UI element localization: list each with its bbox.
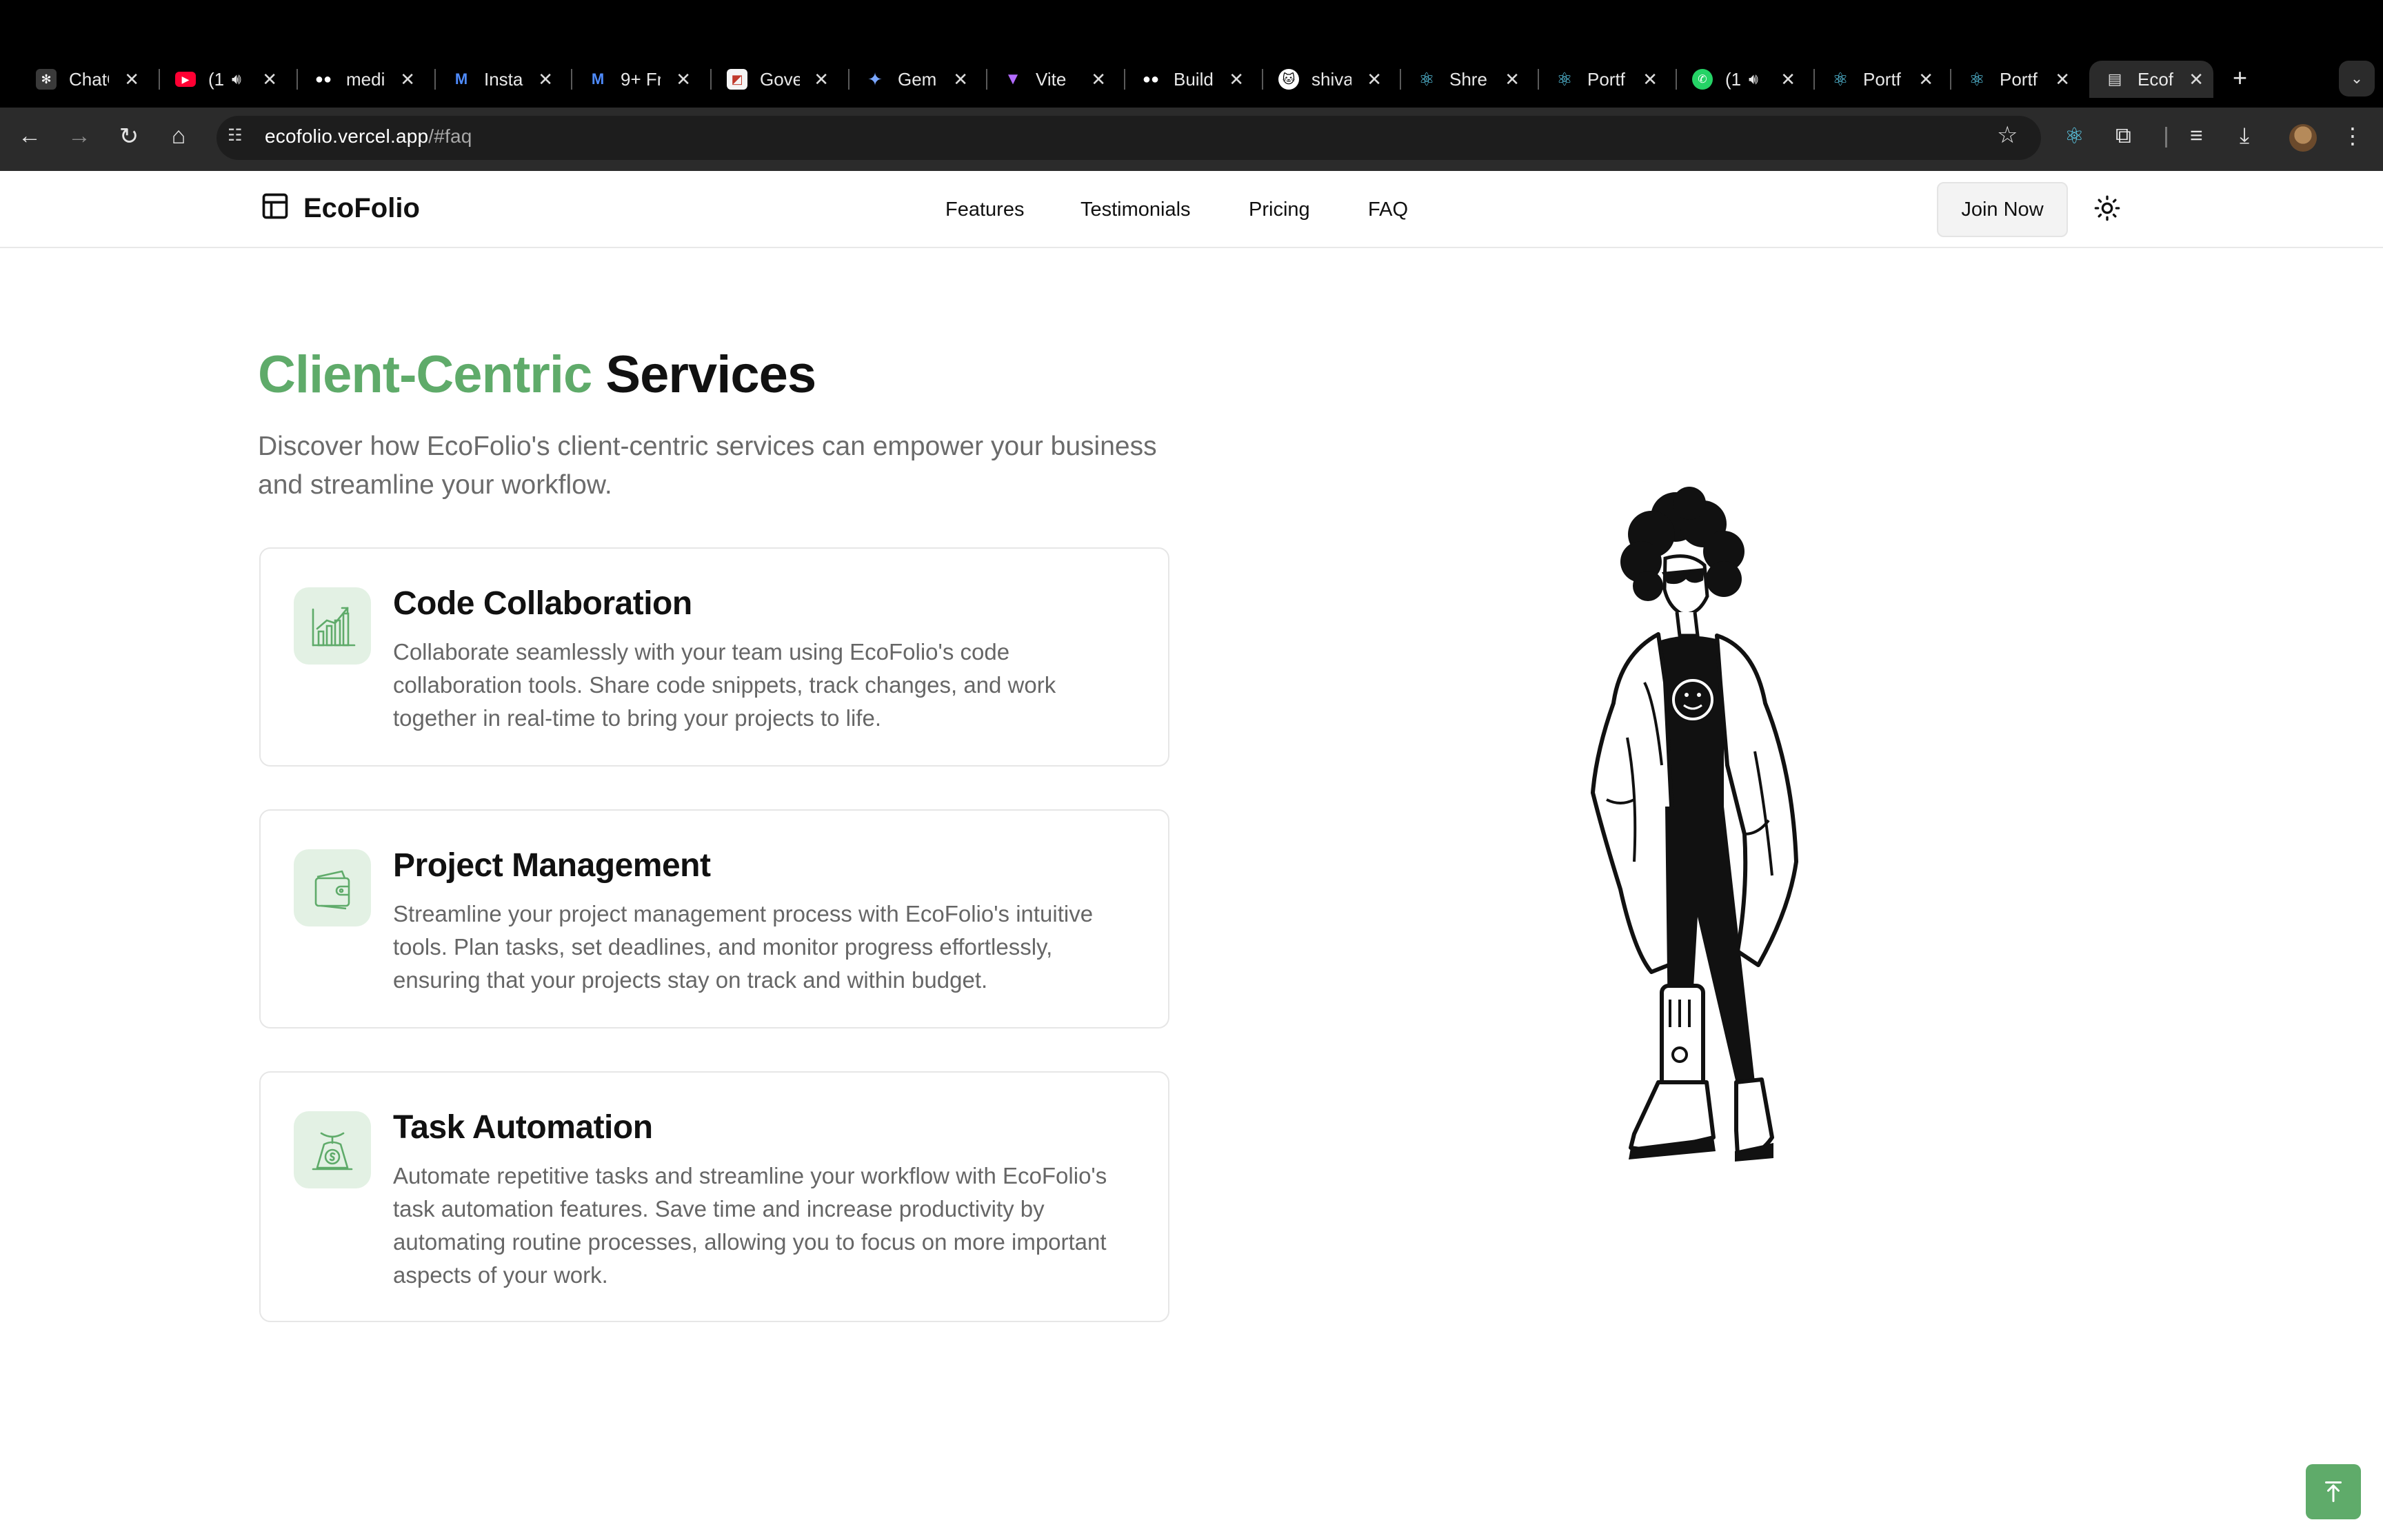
address-bar[interactable] [217,116,2041,160]
browser-tab[interactable]: ✆ (1 🔊︎ ✕ [1677,61,1805,98]
nav-faq[interactable]: FAQ [1368,199,1408,221]
url-text[interactable]: ecofolio.vercel.app/#faq [265,125,472,148]
service-card-code-collaboration: Code Collaboration Collaborate seamlessl… [259,547,1169,767]
browser-tab[interactable]: ⚛ Portf ✕ [1815,61,1943,98]
browser-menu-icon[interactable]: ⋮ [2342,123,2364,149]
close-tab-icon[interactable]: ✕ [1780,69,1796,90]
chatgpt-icon: ✻ [36,69,57,90]
layout-icon: ▤ [2107,70,2122,88]
close-tab-icon[interactable]: ✕ [1367,69,1382,90]
nav-pricing[interactable]: Pricing [1249,199,1310,221]
tab-search-icon[interactable]: ⌄ [2339,61,2375,97]
close-tab-icon[interactable]: ✕ [953,69,968,90]
extensions-icon[interactable]: ⧉ [2115,123,2131,149]
card-body: Automate repetitive tasks and streamline… [393,1163,1107,1288]
browser-tab[interactable]: 🐱︎ shiva ✕ [1263,61,1391,98]
new-tab-icon[interactable]: + [2233,63,2247,92]
react-devtools-icon[interactable]: ⚛ [2064,123,2084,149]
browser-tab[interactable]: M Insta ✕ [436,61,563,98]
back-icon[interactable]: ← [14,123,46,150]
mui-icon: M [591,70,605,88]
toolbar-divider [2165,127,2167,148]
close-tab-icon[interactable]: ✕ [538,69,553,90]
site-icon: ◩ [727,69,747,90]
service-card-task-automation: Task Automation Automate repetitive task… [259,1071,1169,1322]
medium-icon: ●● [1142,71,1160,87]
media-controls-icon[interactable]: ≡ [2190,123,2203,148]
close-tab-icon[interactable]: ✕ [1918,69,1933,90]
section-title: Client-Centric Services [258,345,816,404]
browser-tab[interactable]: ◩ Gove ✕ [712,61,838,98]
section-description: Discover how EcoFolio's client-centric s… [258,432,1157,500]
nav-testimonials[interactable]: Testimonials [1080,199,1191,221]
close-tab-icon[interactable]: ✕ [1091,69,1106,90]
arrow-up-to-line-icon [2325,1481,2342,1502]
wallet-icon [294,849,371,926]
react-icon: ⚛ [1832,68,1849,90]
close-tab-icon[interactable]: ✕ [2055,69,2070,90]
whatsapp-icon: ✆ [1692,69,1713,90]
card-title: Code Collaboration [393,585,692,622]
browser-tab[interactable]: ⚛ Portf ✕ [1951,61,2080,98]
forward-icon[interactable]: → [63,123,95,150]
close-tab-icon[interactable]: ✕ [1229,69,1244,90]
browser-tab[interactable]: ●● medi ✕ [298,61,425,98]
scroll-to-top-button[interactable] [2306,1464,2361,1519]
close-tab-icon[interactable]: ✕ [262,69,277,90]
browser-tab[interactable]: ●● Build ✕ [1125,61,1254,98]
layout-panel-icon[interactable] [260,191,290,221]
speaker-icon[interactable]: 🔊︎ [232,70,241,88]
home-icon[interactable]: ⌂ [163,123,194,150]
card-title: Project Management [393,847,711,884]
browser-tab[interactable]: ✦ Gemi ✕ [849,61,978,98]
chart-growth-icon [294,587,371,665]
service-card-project-management: Project Management Streamline your proje… [259,809,1169,1029]
card-title: Task Automation [393,1109,653,1146]
browser-tab-active[interactable]: ▤ Ecof ✕ [2089,61,2213,98]
character-illustration [1591,487,1798,1162]
nav-features[interactable]: Features [945,199,1024,221]
browser-tab[interactable]: ▶ (1 🔊︎ ✕ [160,61,287,98]
close-tab-icon[interactable]: ✕ [1642,69,1658,90]
mui-icon: M [454,70,468,88]
react-icon: ⚛ [1556,68,1573,90]
speaker-icon[interactable]: 🔊︎ [1749,70,1758,88]
browser-tab[interactable]: M 9+ Fr ✕ [572,61,701,98]
youtube-icon: ▶ [175,72,196,87]
site-settings-icon[interactable]: ☷ [228,125,248,146]
close-tab-icon[interactable]: ✕ [1505,69,1520,90]
sun-icon[interactable] [2093,194,2121,222]
download-icon[interactable]: ⤓ [2240,123,2249,149]
card-body: Streamline your project management proce… [393,901,1094,993]
card-body: Collaborate seamlessly with your team us… [393,639,1056,731]
join-now-button[interactable]: Join Now [1937,182,2068,237]
reload-icon[interactable]: ↻ [113,123,145,150]
close-tab-icon[interactable]: ✕ [400,69,415,90]
profile-avatar[interactable] [2289,124,2317,152]
react-icon: ⚛ [1969,68,1985,90]
close-tab-icon[interactable]: ✕ [2189,69,2204,90]
gemini-icon: ✦ [867,68,883,90]
browser-tab[interactable]: ▼ Vite ✕ [987,61,1116,98]
close-tab-icon[interactable]: ✕ [124,69,139,90]
close-tab-icon[interactable]: ✕ [676,69,691,90]
vite-icon: ▼ [1005,70,1021,88]
money-scale-icon [294,1111,371,1188]
brand-name[interactable]: EcoFolio [303,193,420,224]
close-tab-icon[interactable]: ✕ [814,69,829,90]
medium-icon: ●● [314,71,332,87]
browser-tab[interactable]: ⚛ Shre ✕ [1401,61,1529,98]
browser-tab[interactable]: ✻ ChatGPT ✕ [21,61,149,98]
react-icon: ⚛ [1418,68,1435,90]
github-icon: 🐱︎ [1278,69,1299,90]
bookmark-star-icon[interactable]: ☆ [1997,121,2018,149]
browser-tab[interactable]: ⚛ Portf ✕ [1539,61,1667,98]
